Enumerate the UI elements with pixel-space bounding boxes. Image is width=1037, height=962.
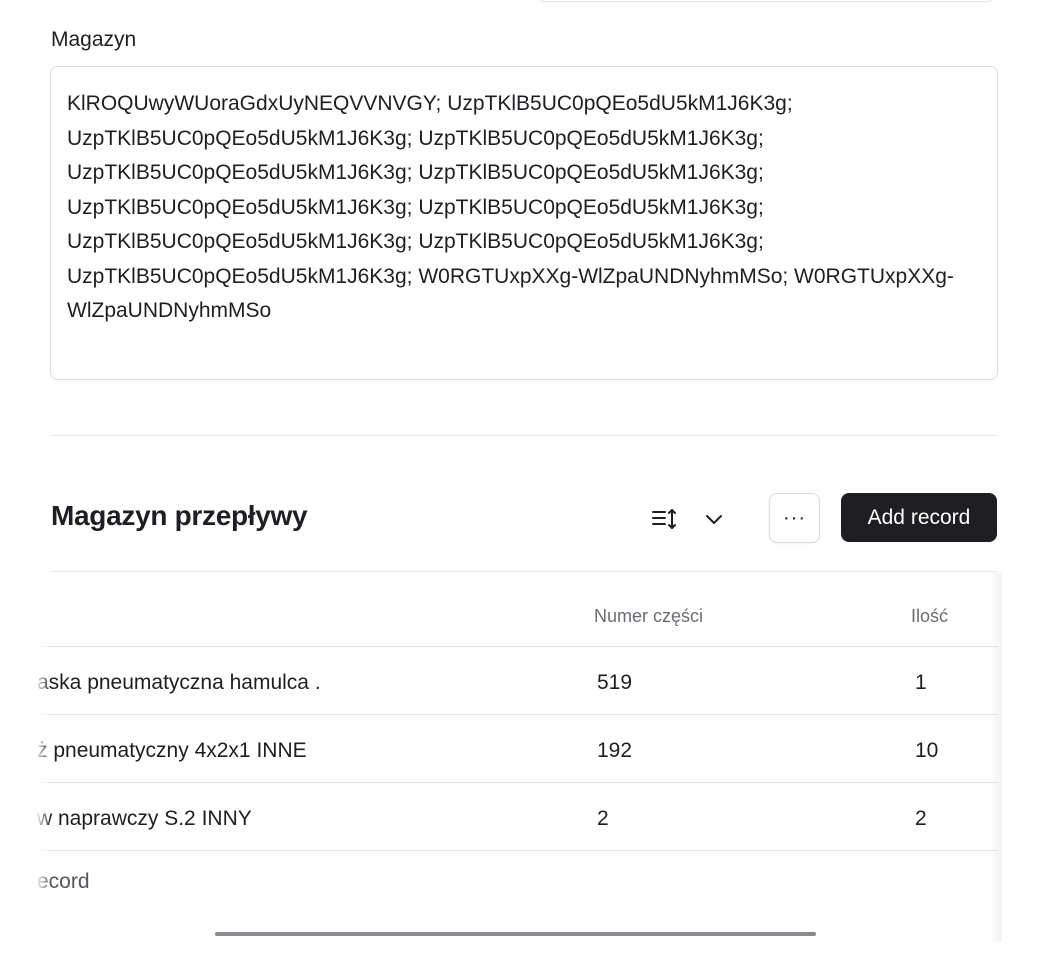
horizontal-scrollbar[interactable] [215,932,816,936]
cell-quantity: 1 [915,671,927,694]
table-row[interactable]: aska pneumatyczna hamulca . 519 1 [37,647,998,715]
field-label: Magazyn [51,28,137,51]
cell-quantity: 10 [915,739,939,762]
sort-dropdown-button[interactable] [696,500,732,538]
chevron-down-icon [706,515,722,524]
cell-name: ż pneumatyczny 4x2x1 INNE [37,739,307,762]
cell-part-number: 192 [597,739,633,762]
sort-icon [652,509,676,529]
section-divider [50,435,998,436]
cell-name: w naprawczy S.2 INNY [37,807,252,830]
records-table: Numer części Ilość aska pneumatyczna ham… [37,572,998,944]
card-edge [538,0,994,2]
add-record-row[interactable]: ecord [37,870,90,894]
cell-name: aska pneumatyczna hamulca . [37,671,321,694]
more-options-button[interactable]: ··· [769,493,820,543]
section-title: Magazyn przepływy [51,500,308,531]
cell-part-number: 2 [597,807,609,830]
column-header-part-number[interactable]: Numer części [594,606,703,627]
sort-button[interactable] [644,500,684,538]
table-header: Numer części Ilość [37,572,998,647]
cell-quantity: 2 [915,807,927,830]
table-row[interactable]: w naprawczy S.2 INNY 2 2 [37,783,998,851]
table-row[interactable]: ż pneumatyczny 4x2x1 INNE 192 10 [37,715,998,783]
cell-part-number: 519 [597,671,633,694]
column-header-quantity[interactable]: Ilość [911,606,948,627]
magazyn-textarea[interactable]: KlROQUwyWUoraGdxUyNEQVVNVGY; UzpTKlB5UC0… [50,66,998,380]
add-record-button[interactable]: Add record [841,493,997,542]
page: Magazyn KlROQUwyWUoraGdxUyNEQVVNVGY; Uzp… [0,0,1037,962]
